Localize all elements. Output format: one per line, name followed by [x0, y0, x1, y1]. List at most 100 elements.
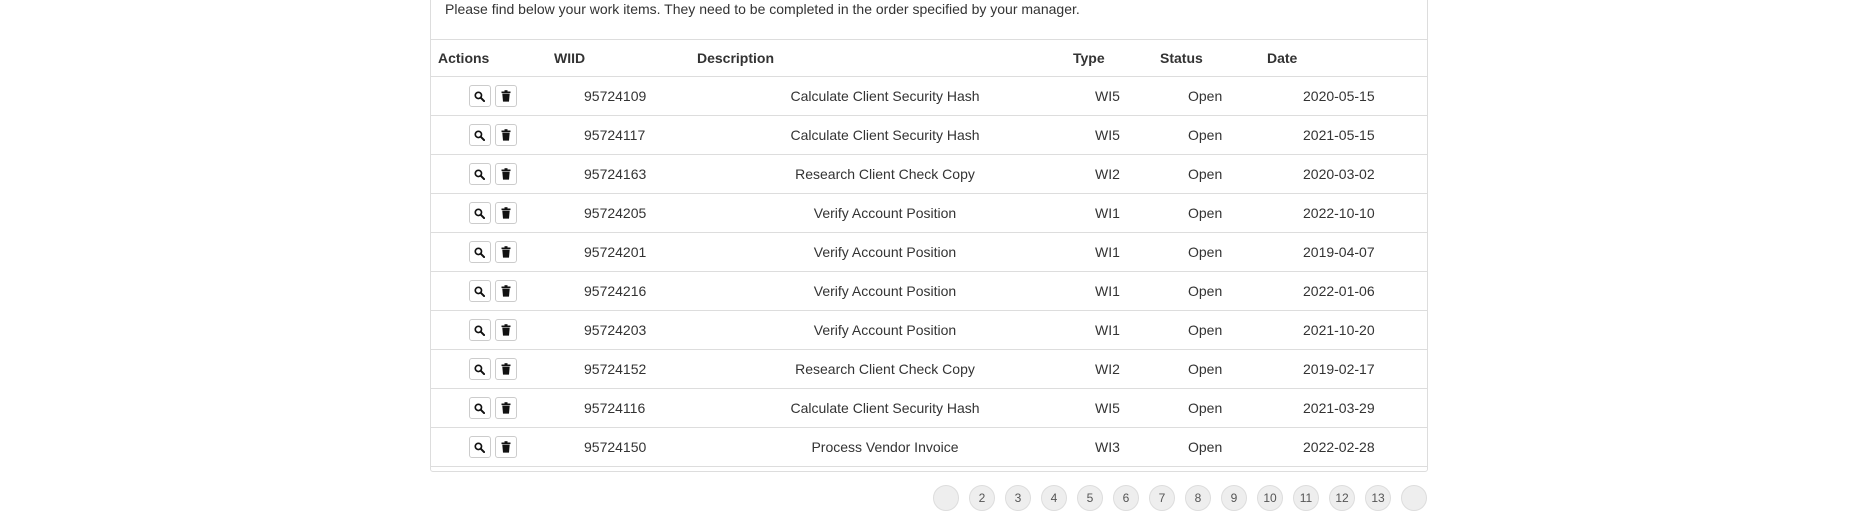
delete-button[interactable] — [494, 202, 517, 224]
header-type[interactable]: Type — [1073, 39, 1160, 77]
row-actions — [431, 427, 554, 467]
search-icon — [474, 129, 485, 141]
trash-icon — [501, 129, 511, 141]
cell-date: 2022-02-28 — [1267, 427, 1427, 467]
row-actions — [431, 193, 554, 233]
cell-description: Process Vendor Invoice — [697, 427, 1073, 467]
pagination-page[interactable]: 6 — [1113, 485, 1139, 511]
pagination-page[interactable]: 3 — [1005, 485, 1031, 511]
trash-icon — [501, 168, 511, 180]
view-button[interactable] — [468, 280, 491, 302]
pagination-page[interactable]: 13 — [1365, 485, 1391, 511]
cell-status: Open — [1160, 310, 1267, 350]
pagination-page[interactable]: 9 — [1221, 485, 1247, 511]
cell-description: Verify Account Position — [697, 271, 1073, 311]
trash-icon — [501, 402, 511, 414]
cell-type: WI1 — [1073, 310, 1160, 350]
cell-type: WI1 — [1073, 193, 1160, 233]
table-row: 95724201 Verify Account Position WI1 Open 20… — [431, 232, 1427, 272]
view-button[interactable] — [468, 202, 491, 224]
delete-button[interactable] — [494, 163, 517, 185]
trash-icon — [501, 363, 511, 375]
trash-icon — [501, 90, 511, 102]
row-actions — [431, 271, 554, 311]
cell-wiid: 95724117 — [554, 115, 697, 155]
pagination-page[interactable]: 8 — [1185, 485, 1211, 511]
table-row: 95724205 Verify Account Position WI1 Open 20… — [431, 193, 1427, 233]
cell-date: 2021-03-29 — [1267, 388, 1427, 428]
table-row: 95724109 Calculate Client Security Hash WI… — [431, 76, 1427, 116]
header-description[interactable]: Description — [697, 39, 1073, 77]
view-button[interactable] — [468, 241, 491, 263]
view-button[interactable] — [468, 358, 491, 380]
pagination-page[interactable]: 2 — [969, 485, 995, 511]
search-icon — [474, 324, 485, 336]
table-row: 95724152 Research Client Check Copy WI2 Ope… — [431, 349, 1427, 389]
pagination-page[interactable]: 12 — [1329, 485, 1355, 511]
row-actions — [431, 76, 554, 116]
pagination-page[interactable]: 4 — [1041, 485, 1067, 511]
pagination-page[interactable]: 5 — [1077, 485, 1103, 511]
cell-date: 2019-04-07 — [1267, 232, 1427, 272]
cell-type: WI1 — [1073, 271, 1160, 311]
cell-date: 2020-05-15 — [1267, 76, 1427, 116]
table-row: 95724203 Verify Account Position WI1 Open 20… — [431, 310, 1427, 350]
trash-icon — [501, 324, 511, 336]
cell-wiid: 95724201 — [554, 232, 697, 272]
cell-date: 2020-03-02 — [1267, 154, 1427, 194]
pagination: 2 3 4 5 6 7 8 9 10 11 12 13 — [933, 485, 1427, 515]
cell-wiid: 95724216 — [554, 271, 697, 311]
table-row: 95724150 Process Vendor Invoice WI3 Open 202… — [431, 427, 1427, 467]
view-button[interactable] — [468, 85, 491, 107]
pagination-next[interactable] — [1401, 485, 1427, 511]
cell-description: Calculate Client Security Hash — [697, 76, 1073, 116]
pagination-page[interactable]: 10 — [1257, 485, 1283, 511]
cell-status: Open — [1160, 388, 1267, 428]
trash-icon — [501, 285, 511, 297]
pagination-prev[interactable] — [933, 485, 959, 511]
view-button[interactable] — [468, 124, 491, 146]
delete-button[interactable] — [494, 319, 517, 341]
pagination-page[interactable]: 7 — [1149, 485, 1175, 511]
delete-button[interactable] — [494, 397, 517, 419]
view-button[interactable] — [468, 319, 491, 341]
header-status[interactable]: Status — [1160, 39, 1267, 77]
cell-status: Open — [1160, 349, 1267, 389]
cell-type: WI5 — [1073, 76, 1160, 116]
cell-status: Open — [1160, 271, 1267, 311]
cell-wiid: 95724152 — [554, 349, 697, 389]
trash-icon — [501, 246, 511, 258]
delete-button[interactable] — [494, 85, 517, 107]
cell-description: Verify Account Position — [697, 193, 1073, 233]
view-button[interactable] — [468, 163, 491, 185]
row-actions — [431, 310, 554, 350]
pagination-page[interactable]: 11 — [1293, 485, 1319, 511]
cell-wiid: 95724116 — [554, 388, 697, 428]
cell-status: Open — [1160, 193, 1267, 233]
row-actions — [431, 388, 554, 428]
delete-button[interactable] — [494, 241, 517, 263]
row-actions — [431, 115, 554, 155]
table-header-row: Actions WIID Description Type Status Dat… — [431, 39, 1427, 77]
cell-type: WI3 — [1073, 427, 1160, 467]
search-icon — [474, 441, 485, 453]
cell-description: Verify Account Position — [697, 310, 1073, 350]
header-wiid[interactable]: WIID — [554, 39, 697, 77]
delete-button[interactable] — [494, 436, 517, 458]
header-date[interactable]: Date — [1267, 39, 1427, 77]
cell-type: WI5 — [1073, 115, 1160, 155]
cell-description: Verify Account Position — [697, 232, 1073, 272]
cell-status: Open — [1160, 232, 1267, 272]
delete-button[interactable] — [494, 358, 517, 380]
cell-wiid: 95724109 — [554, 76, 697, 116]
view-button[interactable] — [468, 436, 491, 458]
delete-button[interactable] — [494, 124, 517, 146]
cell-date: 2022-01-06 — [1267, 271, 1427, 311]
delete-button[interactable] — [494, 280, 517, 302]
cell-status: Open — [1160, 427, 1267, 467]
view-button[interactable] — [468, 397, 491, 419]
cell-status: Open — [1160, 76, 1267, 116]
cell-type: WI2 — [1073, 154, 1160, 194]
cell-wiid: 95724205 — [554, 193, 697, 233]
cell-description: Calculate Client Security Hash — [697, 115, 1073, 155]
